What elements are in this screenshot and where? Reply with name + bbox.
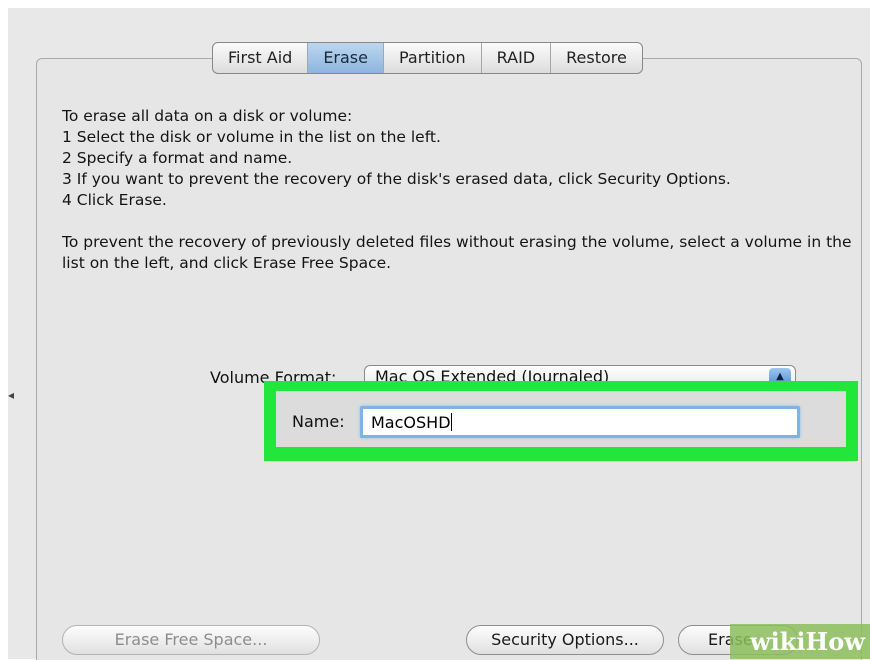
window-edge-mark: ◂ [8,388,15,402]
instruction-step-2: 2 Specify a format and name. [62,149,293,167]
erase-free-space-button[interactable]: Erase Free Space... [62,625,320,655]
tab-restore[interactable]: Restore [550,43,642,73]
tab-erase[interactable]: Erase [307,43,383,73]
erase-free-space-hint: To prevent the recovery of previously de… [62,233,852,272]
name-input-value: MacOSHD [371,413,451,432]
name-input[interactable]: MacOSHD [360,406,800,438]
security-options-button[interactable]: Security Options... [466,625,664,655]
name-label: Name: [292,412,345,431]
instruction-step-1: 1 Select the disk or volume in the list … [62,128,441,146]
text-caret [450,413,452,431]
tab-partition[interactable]: Partition [382,43,481,73]
tab-bar: First Aid Erase Partition RAID Restore [212,42,643,74]
wikihow-watermark: wikiHow [730,624,870,659]
erase-instructions: To erase all data on a disk or volume: 1… [62,106,852,274]
instruction-step-4: 4 Click Erase. [62,191,167,209]
tab-raid[interactable]: RAID [480,43,550,73]
instruction-step-3: 3 If you want to prevent the recovery of… [62,170,731,188]
instruction-intro: To erase all data on a disk or volume: [62,107,353,125]
tab-first-aid[interactable]: First Aid [213,43,307,73]
